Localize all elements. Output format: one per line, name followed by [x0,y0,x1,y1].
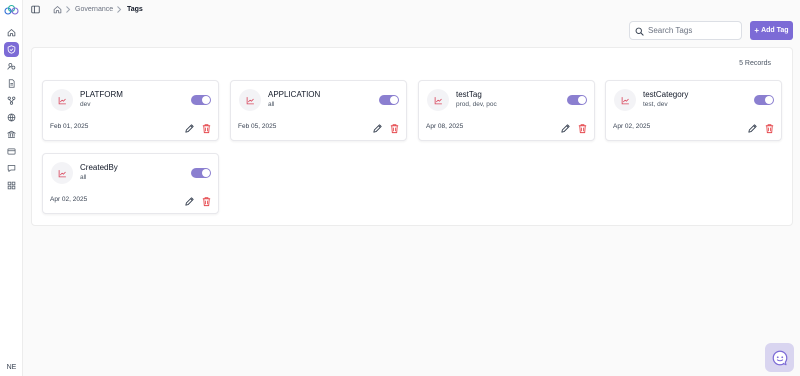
sidebar-item-home[interactable] [4,25,19,40]
trash-icon [390,124,399,134]
toggle-knob [390,96,398,104]
toggle-knob [202,96,210,104]
tag-card[interactable]: APPLICATION all Feb 05, 2025 [230,80,407,141]
chevron-right-icon [66,6,71,13]
home-icon [7,29,16,37]
trend-chart-icon [58,96,66,104]
tag-environments: dev [80,101,91,108]
tag-avatar [239,89,261,111]
tag-name: PLATFORM [80,90,123,99]
tag-environments: all [80,174,87,181]
grid-icon [7,181,16,190]
assistant-chat-icon [772,350,787,365]
delete-button[interactable] [764,123,775,134]
add-tag-label: Add Tag [761,27,789,34]
tag-date: Apr 02, 2025 [613,123,651,130]
pencil-icon [561,124,570,133]
tag-avatar [51,89,73,111]
edit-button[interactable] [372,123,383,134]
sidebar-item-billing[interactable] [4,144,19,159]
tag-enabled-toggle[interactable] [191,95,211,105]
globe-icon [7,113,16,122]
delete-button[interactable] [577,123,588,134]
logo-icon[interactable] [4,4,19,16]
tag-enabled-toggle[interactable] [379,95,399,105]
edit-button[interactable] [560,123,571,134]
sidebar-item-workflows[interactable] [4,93,19,108]
tag-enabled-toggle[interactable] [191,168,211,178]
delete-button[interactable] [201,123,212,134]
tag-name: CreatedBy [80,163,118,172]
pencil-icon [373,124,382,133]
trash-icon [202,124,211,134]
workflow-icon [7,96,16,105]
tag-date: Apr 02, 2025 [50,196,88,203]
sidebar-item-bank[interactable] [4,127,19,142]
sidebar-rail: NE [0,0,23,376]
sidebar-item-messages[interactable] [4,161,19,176]
trend-chart-icon [434,96,442,104]
trash-icon [578,124,587,134]
tag-enabled-toggle[interactable] [754,95,774,105]
tag-card[interactable]: testCategory test, dev Apr 02, 2025 [605,80,782,141]
pencil-icon [185,197,194,206]
tag-avatar [427,89,449,111]
chat-icon [7,165,16,172]
tag-card[interactable]: PLATFORM dev Feb 01, 2025 [42,80,219,141]
search-icon [635,27,644,36]
tag-enabled-toggle[interactable] [567,95,587,105]
sidebar-item-documents[interactable] [4,76,19,91]
tag-name: testTag [456,90,482,99]
tag-card[interactable]: CreatedBy all Apr 02, 2025 [42,153,219,214]
delete-button[interactable] [201,196,212,207]
card-icon [7,148,16,155]
trash-icon [202,197,211,207]
trash-icon [765,124,774,134]
shield-icon [7,45,16,54]
tag-card[interactable]: testTag prod, dev, poc Apr 08, 2025 [418,80,595,141]
edit-button[interactable] [747,123,758,134]
trend-chart-icon [621,96,629,104]
tag-date: Feb 01, 2025 [50,123,89,130]
toggle-knob [202,169,210,177]
pencil-icon [748,124,757,133]
toggle-knob [578,96,586,104]
breadcrumb-tags: Tags [127,6,143,13]
tag-environments: prod, dev, poc [456,101,497,108]
user-avatar[interactable]: NE [3,362,20,373]
top-bar: Governance Tags [23,0,800,19]
sidebar-item-governance[interactable] [4,42,19,57]
breadcrumb-home-icon[interactable] [53,5,62,14]
tag-name: testCategory [643,90,689,99]
chevron-right-icon [117,6,122,13]
bank-icon [7,130,16,139]
tag-environments: all [268,101,275,108]
sidebar-item-apps[interactable] [4,178,19,193]
records-count: 5 Records [739,60,771,67]
delete-button[interactable] [389,123,400,134]
trend-chart-icon [246,96,254,104]
assistant-chat-button[interactable] [765,343,794,372]
edit-button[interactable] [184,196,195,207]
tag-environments: test, dev [643,101,668,108]
edit-button[interactable] [184,123,195,134]
breadcrumb-governance[interactable]: Governance [75,5,113,14]
document-icon [8,79,15,88]
tag-avatar [614,89,636,111]
search-input[interactable] [648,24,738,37]
users-icon [7,63,16,70]
tag-avatar [51,162,73,184]
plus-icon: + [754,25,760,35]
tag-date: Feb 05, 2025 [238,123,277,130]
pencil-icon [185,124,194,133]
add-tag-button[interactable]: + Add Tag [750,21,793,40]
tag-name: APPLICATION [268,90,321,99]
sidebar-item-network[interactable] [4,110,19,125]
sidebar-toggle-icon[interactable] [31,5,40,14]
toggle-knob [765,96,773,104]
trend-chart-icon [58,169,66,177]
tag-date: Apr 08, 2025 [426,123,464,130]
sidebar-item-users[interactable] [4,59,19,74]
search-box [629,21,742,40]
